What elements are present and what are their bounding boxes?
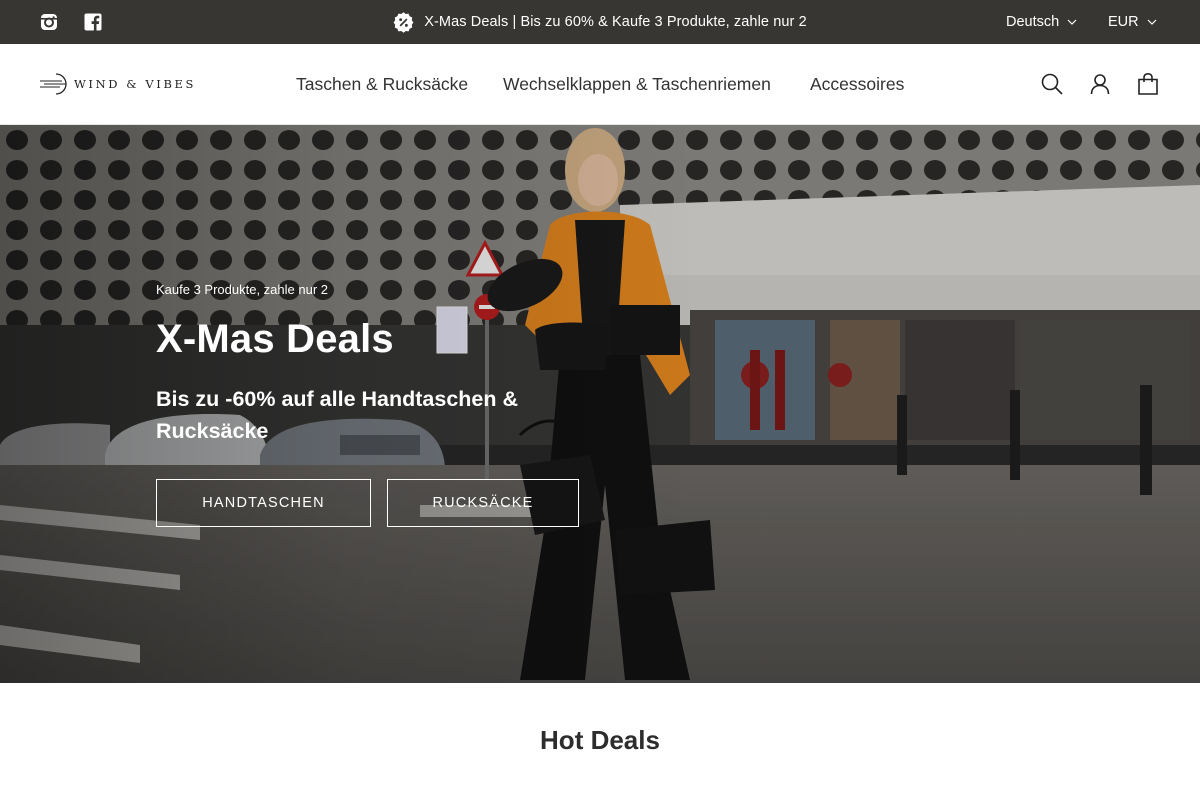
search-icon[interactable] xyxy=(1040,72,1064,96)
currency-label: EUR xyxy=(1108,14,1139,30)
facebook-icon[interactable] xyxy=(83,12,103,32)
hero-banner: Kaufe 3 Produkte, zahle nur 2 X-Mas Deal… xyxy=(0,125,1200,683)
nav-item-taschen-rucksaecke[interactable]: Taschen & Rucksäcke xyxy=(296,44,468,124)
instagram-icon[interactable] xyxy=(39,12,59,32)
cart-icon[interactable] xyxy=(1136,72,1160,96)
nav-item-wechselklappen[interactable]: Wechselklappen & Taschenriemen xyxy=(503,44,771,124)
logo[interactable]: WIND & VIBES xyxy=(40,72,196,96)
language-selector[interactable]: Deutsch xyxy=(1006,0,1077,44)
hero-title: X-Mas Deals xyxy=(156,317,394,361)
logo-text: WIND & VIBES xyxy=(74,77,196,91)
chevron-down-icon xyxy=(1147,19,1157,25)
rucksaecke-button[interactable]: RUCKSÄCKE xyxy=(387,479,579,527)
announcement-text[interactable]: X-Mas Deals | Bis zu 60% & Kaufe 3 Produ… xyxy=(424,14,807,30)
language-label: Deutsch xyxy=(1006,14,1060,30)
hero-subtitle: Bis zu -60% auf alle Handtaschen & Rucks… xyxy=(156,387,519,443)
currency-selector[interactable]: EUR xyxy=(1108,0,1157,44)
handtaschen-button[interactable]: HANDTASCHEN xyxy=(156,479,371,527)
section-title-hot-deals: Hot Deals xyxy=(540,725,660,755)
account-icon[interactable] xyxy=(1088,72,1112,96)
hero-eyebrow: Kaufe 3 Produkte, zahle nur 2 xyxy=(156,282,329,297)
site-header: WIND & VIBES Taschen & Rucksäcke Wechsel… xyxy=(0,44,1200,125)
chevron-down-icon xyxy=(1067,19,1077,25)
discount-badge-icon xyxy=(393,11,414,33)
nav-item-accessoires[interactable]: Accessoires xyxy=(810,44,904,124)
announcement-bar: X-Mas Deals | Bis zu 60% & Kaufe 3 Produ… xyxy=(0,0,1200,44)
logo-mark-icon xyxy=(40,73,67,95)
